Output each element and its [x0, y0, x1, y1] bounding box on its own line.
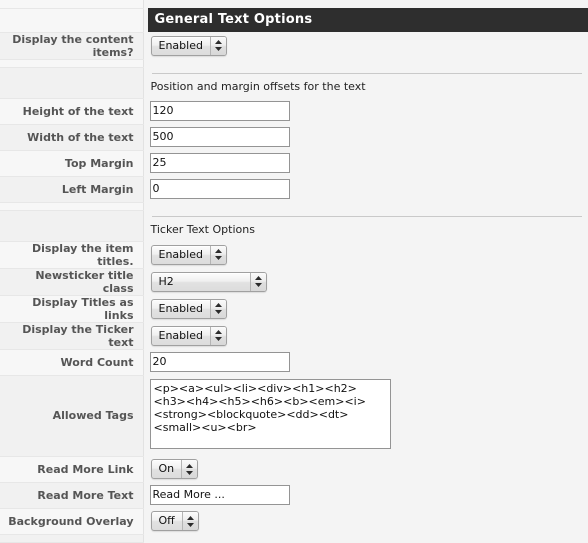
select-display-content-items[interactable]: Enabled [151, 36, 227, 56]
control-width-of-text [143, 124, 588, 150]
label-left-margin: Left Margin [0, 176, 143, 202]
select-display-titles-as-links[interactable]: Enabled [151, 299, 227, 319]
spacer-control-cell-bottom [143, 534, 588, 542]
label-read-more-link: Read More Link [0, 456, 143, 482]
input-width-of-text[interactable] [150, 127, 290, 147]
control-allowed-tags: <p><a><ul><li><div><h1><h2><h3><h4><h5><… [143, 375, 588, 456]
row-section-position: Position and margin offsets for the text [0, 67, 588, 98]
label-allowed-tags: Allowed Tags [0, 375, 143, 456]
input-read-more-text[interactable] [150, 485, 290, 505]
header-control-cell: General Text Options [143, 8, 588, 32]
label-top-margin: Top Margin [0, 150, 143, 176]
spacer-row-1 [0, 59, 588, 67]
input-top-margin[interactable] [150, 153, 290, 173]
up-down-arrows-icon [210, 246, 226, 264]
row-read-more-link: Read More Link On [0, 456, 588, 482]
row-allowed-tags: Allowed Tags <p><a><ul><li><div><h1><h2>… [0, 375, 588, 456]
up-down-arrows-icon [210, 327, 226, 345]
label-newsticker-title-class: Newsticker title class [0, 268, 143, 295]
spacer-control-cell-2 [143, 202, 588, 210]
up-down-arrows-icon [181, 460, 197, 478]
row-section-ticker: Ticker Text Options [0, 210, 588, 241]
section-ticker-cell: Ticker Text Options [143, 210, 588, 241]
up-down-arrows-icon [250, 273, 266, 291]
section-position-label-cell [0, 67, 143, 98]
row-read-more-text: Read More Text [0, 482, 588, 508]
header-row: General Text Options [0, 8, 588, 32]
input-height-of-text[interactable] [150, 101, 290, 121]
control-read-more-text [143, 482, 588, 508]
section-ticker-label-cell [0, 210, 143, 241]
control-display-titles-as-links: Enabled [143, 295, 588, 322]
input-word-count[interactable] [150, 352, 290, 372]
row-word-count: Word Count [0, 349, 588, 375]
control-display-ticker-text: Enabled [143, 322, 588, 349]
label-width-of-text: Width of the text [0, 124, 143, 150]
control-height-of-text [143, 98, 588, 124]
general-text-options-panel: General Text Options Display the content… [0, 0, 588, 512]
section-caption-ticker: Ticker Text Options [148, 217, 588, 241]
row-display-titles-as-links: Display Titles as links Enabled [0, 295, 588, 322]
spacer-label-cell-bottom [0, 534, 143, 542]
control-word-count [143, 349, 588, 375]
control-left-margin [143, 176, 588, 202]
row-left-margin: Left Margin [0, 176, 588, 202]
select-background-overlay-value: Off [152, 512, 182, 530]
select-display-item-titles[interactable]: Enabled [151, 245, 227, 265]
select-background-overlay[interactable]: Off [151, 511, 199, 531]
row-display-item-titles: Display the item titles. Enabled [0, 241, 588, 268]
row-top-margin: Top Margin [0, 150, 588, 176]
up-down-arrows-icon [210, 37, 226, 55]
spacer-control-cell-1 [143, 59, 588, 67]
label-read-more-text: Read More Text [0, 482, 143, 508]
spacer-label-cell-1 [0, 59, 143, 67]
section-position-cell: Position and margin offsets for the text [143, 67, 588, 98]
label-display-content-items: Display the content items? [0, 32, 143, 59]
label-height-of-text: Height of the text [0, 98, 143, 124]
label-display-item-titles: Display the item titles. [0, 241, 143, 268]
spacer-row-2 [0, 202, 588, 210]
row-display-ticker-text: Display the Ticker text Enabled [0, 322, 588, 349]
row-height-of-text: Height of the text [0, 98, 588, 124]
section-caption-position: Position and margin offsets for the text [148, 74, 588, 98]
select-read-more-link-value: On [152, 460, 182, 478]
up-down-arrows-icon [182, 512, 198, 530]
control-newsticker-title-class: H2 [143, 268, 588, 295]
select-display-content-items-value: Enabled [152, 37, 210, 55]
select-newsticker-title-class-value: H2 [152, 273, 250, 291]
row-display-content-items: Display the content items? Enabled [0, 32, 588, 59]
spacer-row-bottom [0, 534, 588, 542]
row-width-of-text: Width of the text [0, 124, 588, 150]
select-display-item-titles-value: Enabled [152, 246, 210, 264]
spacer-label-cell-2 [0, 202, 143, 210]
spacer-row-top [0, 0, 588, 8]
input-left-margin[interactable] [150, 179, 290, 199]
select-display-ticker-text[interactable]: Enabled [151, 326, 227, 346]
options-form-table: General Text Options Display the content… [0, 0, 588, 543]
control-display-item-titles: Enabled [143, 241, 588, 268]
label-display-ticker-text: Display the Ticker text [0, 322, 143, 349]
select-display-titles-as-links-value: Enabled [152, 300, 210, 318]
label-word-count: Word Count [0, 349, 143, 375]
control-display-content-items: Enabled [143, 32, 588, 59]
control-top-margin [143, 150, 588, 176]
control-read-more-link: On [143, 456, 588, 482]
textarea-allowed-tags[interactable]: <p><a><ul><li><div><h1><h2><h3><h4><h5><… [150, 379, 391, 449]
header-label-cell [0, 8, 143, 32]
panel-header-title: General Text Options [148, 8, 588, 32]
label-display-titles-as-links: Display Titles as links [0, 295, 143, 322]
select-read-more-link[interactable]: On [151, 459, 199, 479]
select-newsticker-title-class[interactable]: H2 [151, 272, 267, 292]
spacer-label-cell [0, 0, 143, 8]
select-display-ticker-text-value: Enabled [152, 327, 210, 345]
up-down-arrows-icon [210, 300, 226, 318]
spacer-control-cell [143, 0, 588, 8]
row-newsticker-title-class: Newsticker title class H2 [0, 268, 588, 295]
